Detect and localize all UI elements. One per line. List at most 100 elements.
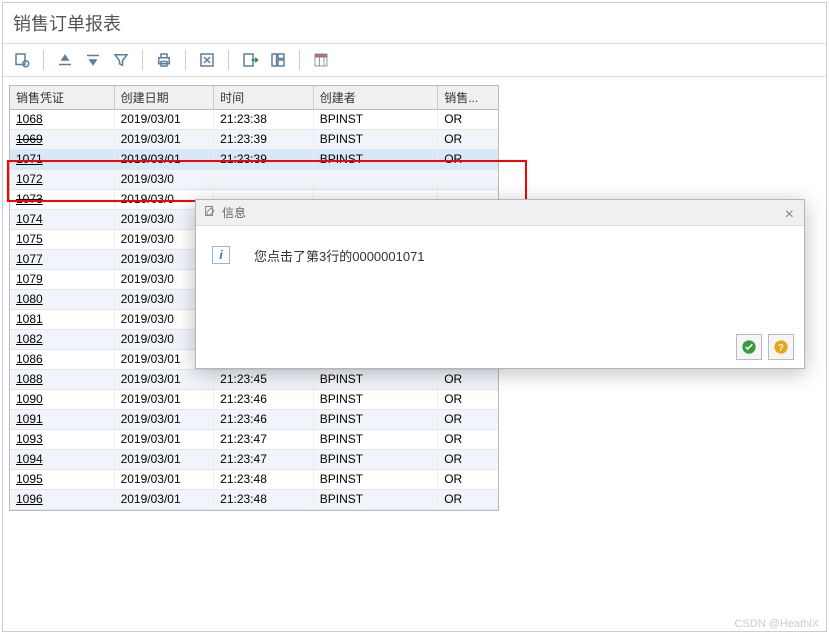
separator-icon [299, 50, 300, 70]
table-row[interactable]: 10962019/03/0121:23:48BPINSTOR [10, 490, 498, 510]
table-row[interactable]: 1072 2019/03/0 [10, 170, 498, 190]
cell-by: BPINST [314, 130, 438, 149]
doc-link[interactable]: 1079 [16, 272, 43, 286]
filter-icon[interactable] [108, 48, 134, 72]
table-row[interactable]: 1069 2019/03/0121:23:39BPINSTOR [10, 130, 498, 150]
col-header[interactable]: 时间 [214, 86, 314, 109]
cell-by: BPINST [314, 470, 438, 489]
cell-type: OR [438, 110, 498, 129]
table-row[interactable]: 1068 2019/03/0121:23:38BPINSTOR [10, 110, 498, 130]
dialog-edit-icon [204, 205, 216, 220]
cell-type: OR [438, 430, 498, 449]
help-button[interactable]: ? [768, 334, 794, 360]
cell-type [438, 170, 498, 189]
print-icon[interactable] [151, 48, 177, 72]
cell-by: BPINST [314, 150, 438, 169]
dialog-message: 您点击了第3行的0000001071 [254, 246, 425, 265]
table-row[interactable]: 1088 2019/03/0121:23:45BPINSTOR [10, 370, 498, 390]
cell-date: 2019/03/01 [115, 130, 215, 149]
cell-by: BPINST [314, 490, 438, 509]
col-header[interactable]: 销售凭证 [10, 86, 115, 109]
doc-link[interactable]: 1082 [16, 332, 43, 346]
cell-time: 21:23:45 [214, 370, 314, 389]
cell-type: OR [438, 490, 498, 509]
cell-time: 21:23:47 [214, 430, 314, 449]
table-row[interactable]: 1090 2019/03/0121:23:46BPINSTOR [10, 390, 498, 410]
cell-time: 21:23:38 [214, 110, 314, 129]
cell-by: BPINST [314, 110, 438, 129]
excel-icon[interactable] [194, 48, 220, 72]
cell-time: 21:23:48 [214, 490, 314, 509]
cell-by: BPINST [314, 370, 438, 389]
cell-type: OR [438, 130, 498, 149]
cell-date: 2019/03/01 [115, 470, 215, 489]
grid-icon[interactable] [308, 48, 334, 72]
cell-date: 2019/03/01 [115, 150, 215, 169]
cell-time [214, 170, 314, 189]
cell-date: 2019/03/01 [115, 390, 215, 409]
details-icon[interactable] [9, 48, 35, 72]
cell-date: 2019/03/01 [115, 110, 215, 129]
doc-link[interactable]: 1074 [16, 212, 43, 226]
separator-icon [228, 50, 229, 70]
cell-by: BPINST [314, 450, 438, 469]
doc-link[interactable]: 1077 [16, 252, 43, 266]
export-icon[interactable] [237, 48, 263, 72]
table-row[interactable]: 1091 2019/03/0121:23:46BPINSTOR [10, 410, 498, 430]
cell-time: 21:23:46 [214, 410, 314, 429]
separator-icon [43, 50, 44, 70]
doc-link[interactable]: 1093 [16, 432, 43, 446]
cell-time: 21:23:48 [214, 470, 314, 489]
doc-link[interactable]: 1090 [16, 392, 43, 406]
doc-link[interactable]: 1091 [16, 412, 43, 426]
doc-link[interactable]: 1086 [16, 352, 43, 366]
cell-type: OR [438, 390, 498, 409]
toolbar [3, 43, 826, 77]
cell-by [314, 170, 438, 189]
doc-link[interactable]: 1095 [16, 472, 43, 486]
doc-link[interactable]: 1071 [16, 152, 43, 166]
cell-time: 21:23:39 [214, 150, 314, 169]
table-row[interactable]: 1093 2019/03/0121:23:47BPINSTOR [10, 430, 498, 450]
doc-link[interactable]: 1068 [16, 112, 43, 126]
sort-asc-icon[interactable] [52, 48, 78, 72]
doc-link[interactable]: 1096 [16, 492, 43, 506]
close-icon[interactable]: × [785, 206, 794, 224]
doc-link[interactable]: 1073 [16, 192, 43, 206]
layout-icon[interactable] [265, 48, 291, 72]
table-row[interactable]: 10942019/03/0121:23:47BPINSTOR [10, 450, 498, 470]
cell-type: OR [438, 470, 498, 489]
doc-link[interactable]: 1072 [16, 172, 43, 186]
doc-link[interactable]: 1081 [16, 312, 43, 326]
separator-icon [142, 50, 143, 70]
dialog-title-bar: 信息 [196, 200, 804, 226]
ok-button[interactable] [736, 334, 762, 360]
cell-type: OR [438, 370, 498, 389]
cell-type: OR [438, 410, 498, 429]
col-header[interactable]: 创建者 [314, 86, 438, 109]
svg-text:?: ? [778, 342, 784, 352]
info-icon: i [212, 246, 230, 264]
cell-date: 2019/03/01 [115, 370, 215, 389]
dialog-title: 信息 [222, 204, 246, 221]
col-header[interactable]: 创建日期 [115, 86, 215, 109]
watermark: CSDN @HeathlX [734, 618, 819, 630]
cell-time: 21:23:39 [214, 130, 314, 149]
table-row[interactable]: 1095 2019/03/0121:23:48BPINSTOR [10, 470, 498, 490]
sort-desc-icon[interactable] [80, 48, 106, 72]
cell-date: 2019/03/01 [115, 430, 215, 449]
doc-link[interactable]: 1088 [16, 372, 43, 386]
doc-link[interactable]: 1075 [16, 232, 43, 246]
cell-type: OR [438, 150, 498, 169]
doc-link[interactable]: 1069 [16, 132, 43, 146]
cell-by: BPINST [314, 390, 438, 409]
cell-date: 2019/03/01 [115, 410, 215, 429]
cell-date: 2019/03/0 [115, 170, 215, 189]
cell-by: BPINST [314, 410, 438, 429]
cell-time: 21:23:46 [214, 390, 314, 409]
cell-by: BPINST [314, 430, 438, 449]
doc-link[interactable]: 1080 [16, 292, 43, 306]
doc-link[interactable]: 1094 [16, 452, 43, 466]
table-row[interactable]: 1071 2019/03/0121:23:39BPINSTOR [10, 150, 498, 170]
col-header[interactable]: 销售... [438, 86, 498, 109]
